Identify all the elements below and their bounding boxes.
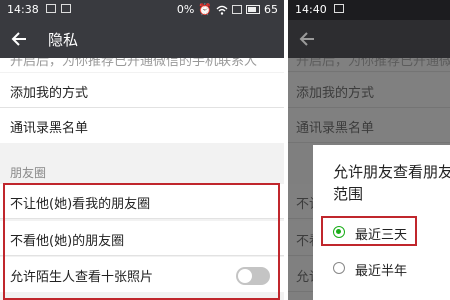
page-title: 隐私 bbox=[48, 31, 79, 49]
alarm-icon: ⏰ bbox=[198, 3, 212, 16]
dimmed-item-blacklist: 通讯录黑名单 bbox=[288, 108, 450, 143]
settings-item-label: 添加我的方式 bbox=[10, 86, 89, 101]
section-label-moments: 朋友圈 bbox=[10, 166, 47, 180]
settings-item-label: 通讯录黑名单 bbox=[296, 121, 375, 136]
left-screen: 14:38 0% ⏰ 65 隐私 开启后，为你推荐已开通微信的手机联系人 添加我… bbox=[0, 0, 284, 300]
settings-item-label: 不让他(她)看我的朋友圈 bbox=[10, 197, 151, 212]
title-bar: 隐私 bbox=[0, 20, 284, 58]
image-notification-icon bbox=[334, 4, 344, 13]
dimmed-item-add-me: 添加我的方式 bbox=[288, 73, 450, 108]
option-last-half-year[interactable]: 最近半年 bbox=[323, 256, 450, 282]
stranger-photos-toggle[interactable] bbox=[236, 267, 270, 285]
option-last-three-days[interactable]: 最近三天 bbox=[323, 220, 450, 246]
cut-off-text: 开启后，为你推荐已开通微信的手机联系人 bbox=[10, 58, 258, 69]
view-range-dialog: 允许朋友查看朋友圈的范围 最近三天 最近半年 bbox=[313, 145, 450, 300]
back-arrow-icon[interactable] bbox=[298, 29, 318, 49]
settings-item-hide-their-moments[interactable]: 不看他(她)的朋友圈 bbox=[0, 221, 284, 256]
toggle-knob bbox=[238, 269, 252, 283]
settings-item-label: 添加我的方式 bbox=[296, 86, 375, 101]
settings-item-label: 允许陌生人查看十张照片 bbox=[10, 270, 154, 285]
status-time: 14:40 bbox=[295, 3, 327, 16]
settings-item-label: 通讯录黑名单 bbox=[10, 121, 89, 136]
battery-percent: 0% bbox=[176, 3, 195, 16]
status-bar-dimmed: 14:40 bbox=[288, 0, 450, 20]
right-screen: 14:40 开启后，为你推荐已开通微信的手机联系人 添加我的方式 通讯录黑名单 … bbox=[288, 0, 450, 300]
radio-selected-icon[interactable] bbox=[333, 226, 345, 238]
status-right: 0% ⏰ 65 bbox=[177, 3, 278, 16]
notification-icons bbox=[46, 4, 71, 13]
notification-icons bbox=[334, 4, 344, 13]
settings-item-blacklist[interactable]: 通讯录黑名单 bbox=[0, 108, 284, 143]
status-time: 14:38 bbox=[7, 3, 39, 16]
status-bar: 14:38 0% ⏰ 65 bbox=[0, 0, 284, 20]
settings-item-stranger-photos[interactable]: 允许陌生人查看十张照片 bbox=[0, 257, 284, 292]
settings-item-label: 不看他(她)的朋友圈 bbox=[10, 234, 125, 249]
cut-off-text: 开启后，为你推荐已开通微信的手机联系人 bbox=[296, 58, 450, 69]
cut-off-item: 开启后，为你推荐已开通微信的手机联系人 bbox=[0, 58, 284, 72]
settings-item-add-me[interactable]: 添加我的方式 bbox=[0, 73, 284, 108]
image-notification-icon bbox=[61, 4, 71, 13]
battery-level: 65 bbox=[264, 3, 278, 16]
dialog-title: 允许朋友查看朋友圈的范围 bbox=[333, 163, 450, 203]
dimmed-cut-off-item: 开启后，为你推荐已开通微信的手机联系人 bbox=[288, 58, 450, 72]
title-bar-dimmed bbox=[288, 20, 450, 58]
option-label: 最近三天 bbox=[355, 228, 408, 243]
back-arrow-icon[interactable] bbox=[10, 29, 30, 49]
settings-item-hide-my-moments[interactable]: 不让他(她)看我的朋友圈 bbox=[0, 184, 284, 219]
image-notification-icon bbox=[46, 4, 56, 13]
radio-unselected-icon[interactable] bbox=[333, 262, 345, 274]
battery-icon bbox=[246, 5, 260, 14]
image-notification-icon bbox=[232, 5, 242, 14]
option-label: 最近半年 bbox=[355, 264, 408, 279]
wifi-icon bbox=[216, 5, 228, 15]
